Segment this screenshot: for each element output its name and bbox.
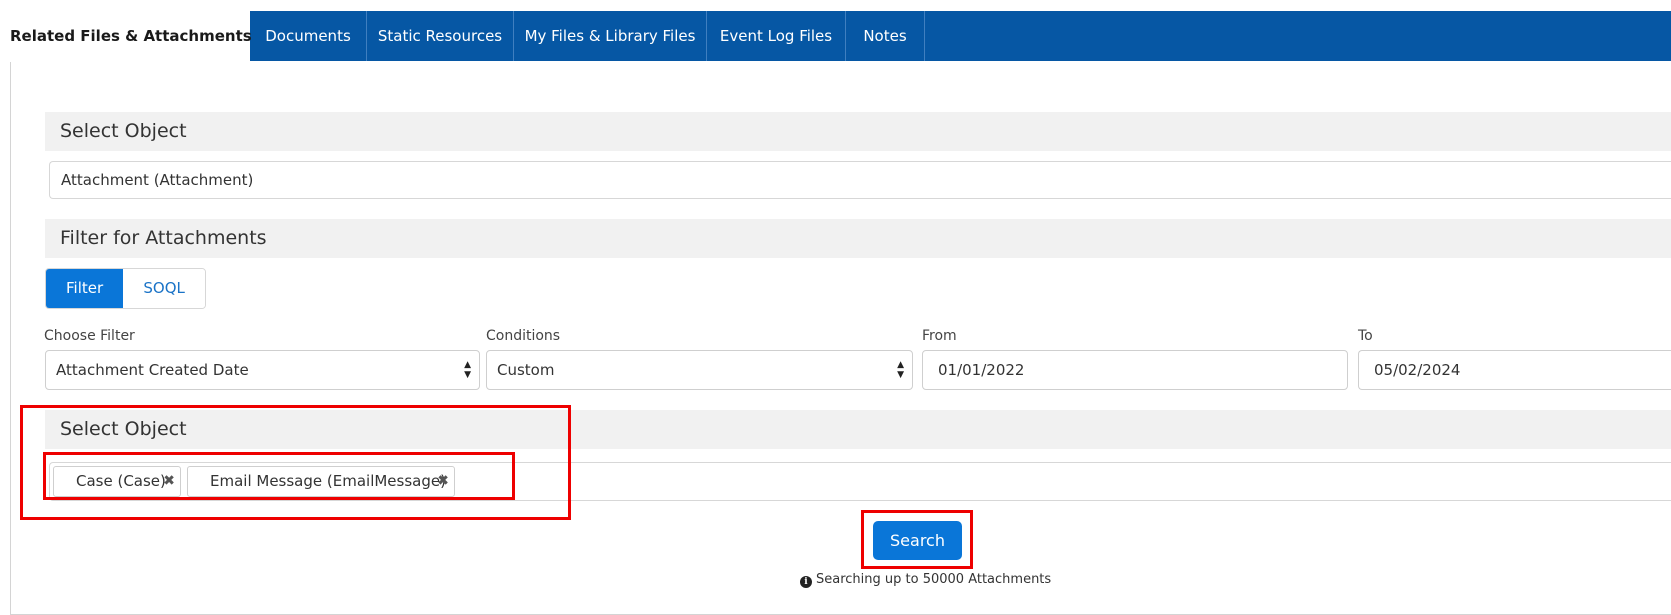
choose-filter-select[interactable]: Attachment Created Date ▲ ▼ bbox=[45, 350, 480, 390]
tab-notes[interactable]: Notes bbox=[846, 11, 925, 61]
sort-arrows-icon: ▲ ▼ bbox=[897, 360, 904, 380]
select-object-input[interactable]: Attachment (Attachment) bbox=[49, 161, 1671, 199]
search-limit-text: Searching up to 50000 Attachments bbox=[816, 572, 1052, 587]
search-button[interactable]: Search bbox=[873, 521, 962, 560]
tab-bar: Related Files & Attachments Documents St… bbox=[10, 11, 1671, 62]
tab-my-files-library-files[interactable]: My Files & Library Files bbox=[514, 11, 707, 61]
soql-mode-button[interactable]: SOQL bbox=[123, 269, 206, 308]
tab-related-files-attachments[interactable]: Related Files & Attachments bbox=[10, 11, 252, 62]
from-date-input[interactable]: 01/01/2022 bbox=[922, 350, 1348, 390]
to-label: To bbox=[1358, 328, 1373, 344]
conditions-label: Conditions bbox=[486, 328, 561, 344]
main-panel bbox=[10, 11, 1671, 615]
choose-filter-label: Choose Filter bbox=[44, 328, 135, 344]
from-label: From bbox=[922, 328, 957, 344]
tab-documents[interactable]: Documents bbox=[250, 11, 367, 61]
search-limit-note: i Searching up to 50000 Attachments bbox=[800, 572, 1051, 588]
info-icon: i bbox=[800, 576, 812, 588]
filter-mode-toggle: Filter SOQL bbox=[45, 268, 207, 309]
sort-arrows-icon: ▲ ▼ bbox=[464, 360, 471, 380]
highlight-box-tags bbox=[43, 452, 515, 500]
select-object-header: Select Object bbox=[45, 112, 1671, 151]
filter-attachments-header: Filter for Attachments bbox=[45, 219, 1671, 258]
tab-event-log-files[interactable]: Event Log Files bbox=[707, 11, 846, 61]
to-date-input[interactable]: 05/02/2024 bbox=[1358, 350, 1671, 390]
tab-static-resources[interactable]: Static Resources bbox=[367, 11, 514, 61]
conditions-value: Custom bbox=[497, 361, 555, 379]
conditions-select[interactable]: Custom ▲ ▼ bbox=[486, 350, 913, 390]
filter-mode-button[interactable]: Filter bbox=[46, 269, 124, 308]
choose-filter-value: Attachment Created Date bbox=[56, 361, 249, 379]
